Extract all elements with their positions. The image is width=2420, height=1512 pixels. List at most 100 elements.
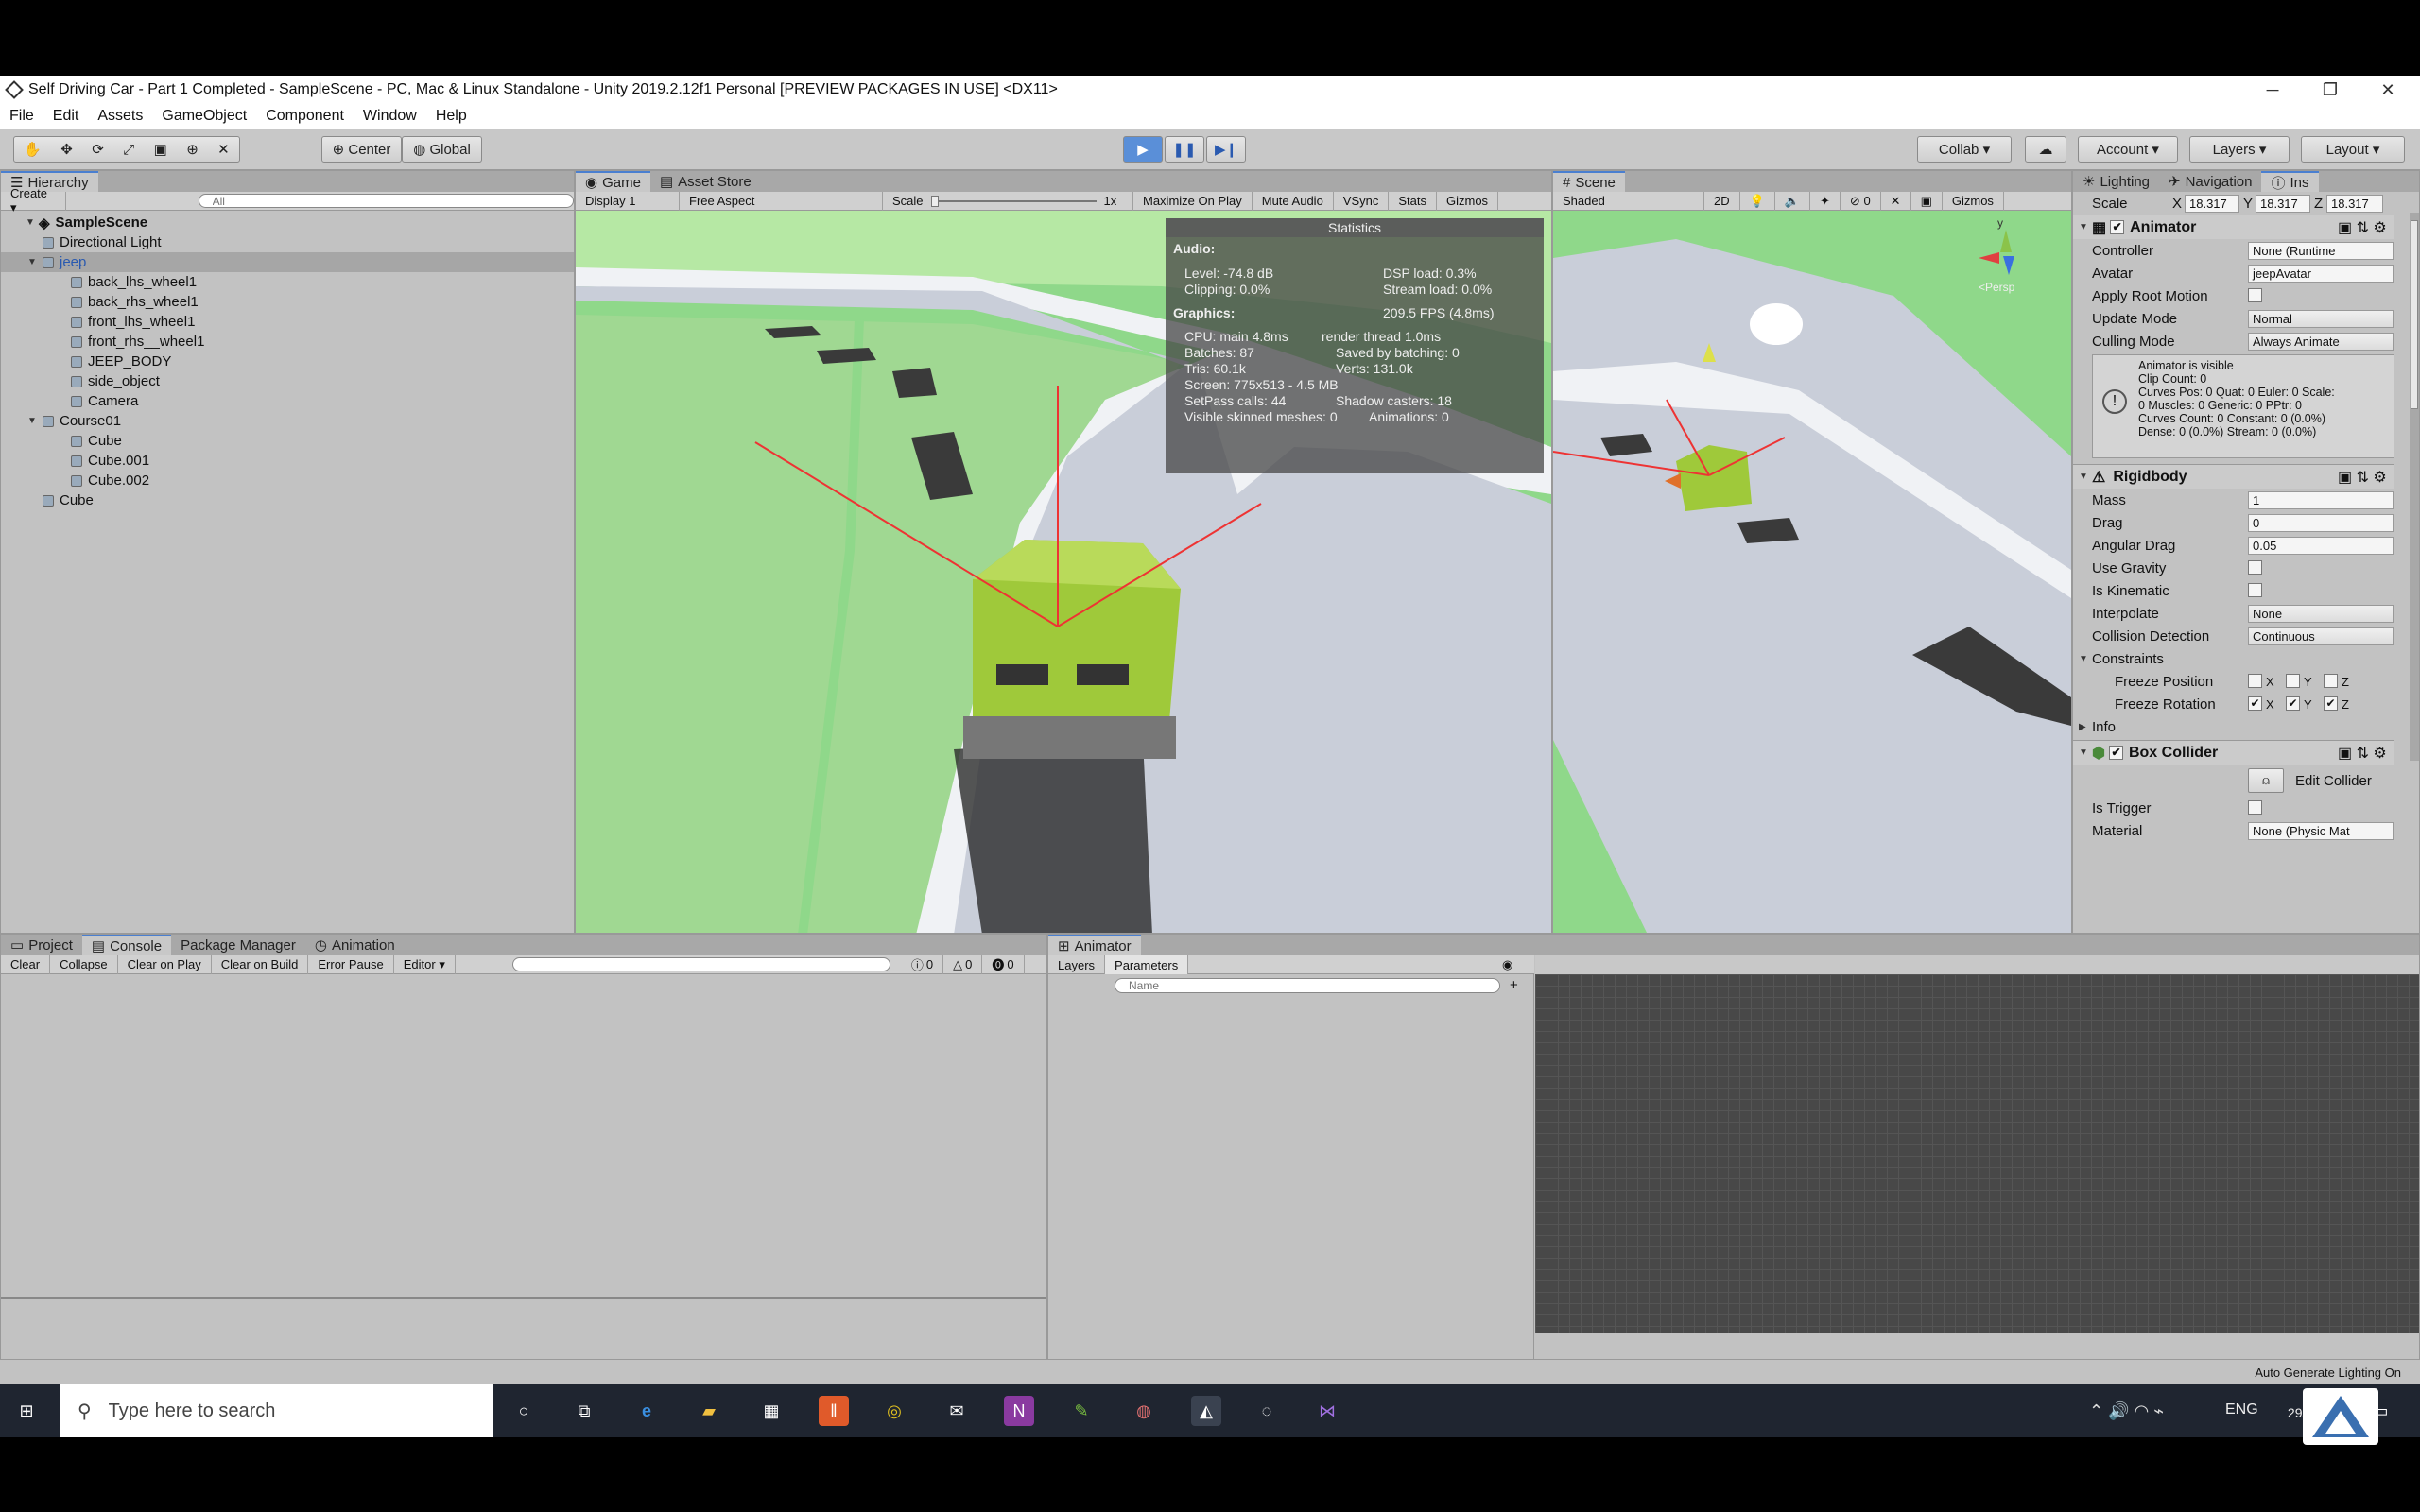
pause-button[interactable]: ❚❚	[1165, 136, 1204, 163]
controller-field[interactable]: None (Runtime	[2248, 241, 2394, 260]
freeze-pos-z-checkbox[interactable]	[2324, 674, 2338, 688]
warning-count-toggle[interactable]: △ 0	[943, 954, 983, 974]
freeze-pos-x-checkbox[interactable]	[2248, 674, 2262, 688]
scale-slider[interactable]: Scale 1x	[883, 191, 1133, 211]
chrome-icon[interactable]: ◎	[879, 1396, 909, 1426]
error-count-toggle[interactable]: ⓿0	[982, 954, 1025, 974]
parameters-tab[interactable]: Parameters	[1105, 955, 1189, 974]
tab-animator[interactable]: ⊞ Animator	[1048, 935, 1141, 955]
freeze-rot-y-checkbox[interactable]: ✔	[2286, 696, 2300, 711]
hierarchy-search-input[interactable]	[198, 194, 574, 208]
expand-arrow-icon[interactable]: ▼	[27, 257, 41, 267]
constraints-fold-icon[interactable]: ▼	[2079, 654, 2092, 664]
unity-hub-icon[interactable]: ◌	[1252, 1396, 1282, 1426]
mute-audio-toggle[interactable]: Mute Audio	[1253, 191, 1334, 211]
collab-button[interactable]: Collab ▾	[1917, 136, 2012, 163]
scene-gizmos-dropdown[interactable]: Gizmos	[1943, 191, 2004, 211]
unity-taskbar-icon[interactable]: ◭	[1191, 1396, 1221, 1426]
scale-y-field[interactable]: 18.317	[2256, 194, 2310, 213]
rotate-tool-icon[interactable]: ⟳	[92, 141, 104, 158]
visual-studio-icon[interactable]: ⋈	[1312, 1396, 1342, 1426]
box-collider-fold-icon[interactable]: ▼	[2079, 747, 2092, 758]
light-toggle-icon[interactable]: 💡	[1740, 191, 1775, 211]
store-icon[interactable]: ▦	[756, 1396, 786, 1426]
windows-start-icon[interactable]: ⊞	[11, 1396, 42, 1426]
rigidbody-fold-icon[interactable]: ▼	[2079, 472, 2092, 482]
parameter-search-input[interactable]	[1115, 978, 1500, 993]
use-gravity-checkbox[interactable]	[2248, 560, 2262, 575]
display-dropdown[interactable]: Display 1	[576, 191, 680, 211]
constraints-row[interactable]: ▼ Constraints	[2073, 647, 2394, 670]
menu-file[interactable]: File	[0, 108, 43, 125]
language-indicator[interactable]: ENG	[2225, 1401, 2258, 1418]
hierarchy-item[interactable]: Cube	[1, 431, 574, 451]
eye-icon[interactable]: ◉	[1502, 957, 1512, 972]
interpolate-dropdown[interactable]: None	[2248, 604, 2394, 623]
log-count-toggle[interactable]: ⓘ 0	[902, 954, 944, 974]
console-search-input[interactable]	[511, 957, 890, 971]
hierarchy-item[interactable]: JEEP_BODY	[1, 352, 574, 371]
hierarchy-item[interactable]: side_object	[1, 371, 574, 391]
tools-toggle-icon[interactable]: ✕	[1881, 191, 1911, 211]
hierarchy-item[interactable]: ▼ Course01	[1, 411, 574, 431]
is-trigger-checkbox[interactable]	[2248, 800, 2262, 815]
menu-help[interactable]: Help	[426, 108, 476, 125]
aspect-dropdown[interactable]: Free Aspect	[680, 191, 883, 211]
pivot-center-button[interactable]: ⊕ Center	[321, 136, 402, 163]
scale-tool-icon[interactable]: ⤢	[123, 142, 134, 158]
culling-dropdown[interactable]: Always Animate	[2248, 332, 2394, 351]
collision-dropdown[interactable]: Continuous	[2248, 627, 2394, 645]
menu-edit[interactable]: Edit	[43, 108, 89, 125]
layout-dropdown[interactable]: Layout ▾	[2301, 136, 2405, 163]
rigidbody-header[interactable]: ▼ ⚠ Rigidbody ▣ ⇅ ⚙	[2073, 464, 2394, 489]
layers-dropdown[interactable]: Layers ▾	[2189, 136, 2290, 163]
animator-fold-icon[interactable]: ▼	[2079, 222, 2092, 232]
mail-icon[interactable]: ✉	[942, 1396, 972, 1426]
transform-tool-icon[interactable]: ⊕	[186, 141, 199, 158]
scale-track[interactable]	[930, 195, 1097, 207]
hierarchy-item[interactable]: back_lhs_wheel1	[1, 272, 574, 292]
info-fold-icon[interactable]: ▶	[2079, 722, 2092, 732]
app-pink-icon[interactable]: ◍	[1129, 1396, 1159, 1426]
cortana-icon[interactable]: ○	[509, 1396, 539, 1426]
freeze-rot-z-checkbox[interactable]: ✔	[2324, 696, 2338, 711]
cloud-button[interactable]: ☁	[2025, 136, 2066, 163]
material-field[interactable]: None (Physic Mat	[2248, 821, 2394, 840]
freeze-rot-x-checkbox[interactable]: ✔	[2248, 696, 2262, 711]
taskbar-search-box[interactable]: ⚲ Type here to search	[60, 1384, 493, 1437]
app-green-icon[interactable]: ✎	[1066, 1396, 1097, 1426]
hierarchy-item[interactable]: Cube.001	[1, 451, 574, 471]
animator-graph[interactable]	[1535, 974, 2419, 1333]
edit-collider-button[interactable]: ⍝	[2248, 768, 2284, 793]
2d-toggle[interactable]: 2D	[1704, 191, 1740, 211]
account-dropdown[interactable]: Account ▾	[2078, 136, 2178, 163]
step-button[interactable]: ▶❙	[1206, 136, 1246, 163]
error-pause-button[interactable]: Error Pause	[308, 954, 394, 974]
create-dropdown[interactable]: Create ▾	[1, 186, 66, 215]
app-orange-icon[interactable]: ‖	[819, 1396, 849, 1426]
hierarchy-item[interactable]: Cube.002	[1, 471, 574, 490]
drag-field[interactable]: 0	[2248, 513, 2394, 532]
menu-window[interactable]: Window	[354, 108, 426, 125]
close-button[interactable]: ✕	[2360, 76, 2415, 104]
console-log-list[interactable]	[1, 976, 1046, 1299]
effects-toggle-icon[interactable]: ✦	[1810, 191, 1841, 211]
maximize-button[interactable]: ❐	[2303, 76, 2358, 104]
tray-icons[interactable]: ⌃ 🔊 ◠ ⌁	[2089, 1401, 2164, 1421]
update-mode-dropdown[interactable]: Normal	[2248, 309, 2394, 328]
angular-drag-field[interactable]: 0.05	[2248, 536, 2394, 555]
hand-tool-icon[interactable]: ✋	[24, 141, 42, 158]
tab-animation[interactable]: ◷ Animation	[305, 935, 405, 955]
tab-asset-store[interactable]: ▤ Asset Store	[650, 171, 761, 192]
tab-navigation[interactable]: ✈ Navigation	[2159, 171, 2261, 192]
avatar-field[interactable]: jeepAvatar	[2248, 264, 2394, 283]
scale-thumb[interactable]	[930, 195, 939, 207]
freeze-pos-y-checkbox[interactable]	[2286, 674, 2300, 688]
tab-game[interactable]: ◉ Game	[576, 171, 650, 192]
info-row[interactable]: ▶ Info	[2073, 715, 2394, 738]
tab-package-manager[interactable]: Package Manager	[171, 935, 305, 955]
scale-x-field[interactable]: 18.317	[2185, 194, 2239, 213]
box-collider-enabled-checkbox[interactable]: ✔	[2108, 746, 2123, 760]
shading-dropdown[interactable]: Shaded	[1553, 191, 1704, 211]
menu-gameobject[interactable]: GameObject	[152, 108, 256, 125]
